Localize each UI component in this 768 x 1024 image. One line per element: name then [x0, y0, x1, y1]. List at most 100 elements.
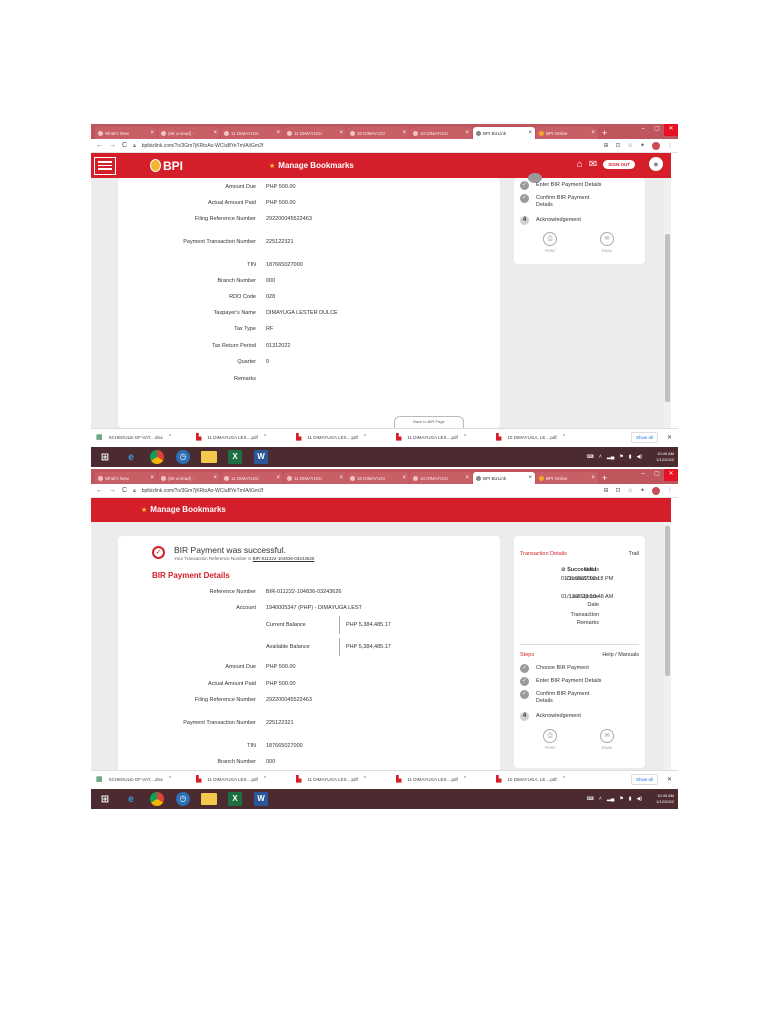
file-explorer-taskbar-button[interactable]	[199, 449, 219, 465]
browser-tab[interactable]: 11 DIMAYUGi ×	[284, 127, 346, 139]
browser-tab[interactable]: BPI BizLink ×	[473, 472, 535, 484]
minimize-button[interactable]: –	[636, 469, 650, 481]
show-all-button[interactable]: Show all	[630, 431, 658, 443]
scrollbar[interactable]	[664, 178, 671, 428]
keyboard-icon[interactable]: ⌨	[587, 796, 594, 802]
extension-icon[interactable]: ⊞	[604, 142, 609, 149]
chevron-up-icon[interactable]: ^	[364, 434, 366, 440]
bookmark-star-icon[interactable]: ☆	[628, 142, 633, 149]
tray-arrow-icon[interactable]: ˄	[599, 454, 602, 460]
chevron-up-icon[interactable]: ^	[563, 434, 565, 440]
download-item[interactable]: ▦ SCHEDULE-OF-VAT....xlsx ^	[96, 775, 196, 783]
profile-avatar[interactable]	[652, 141, 660, 150]
email-icon[interactable]: ✉	[600, 232, 614, 246]
back-icon[interactable]: ←	[96, 487, 103, 494]
menu-kebab-icon[interactable]: ⋮	[667, 487, 673, 494]
volume-icon[interactable]: ◀)	[636, 796, 642, 802]
tray-arrow-icon[interactable]: ˄	[599, 796, 602, 802]
tab-close-icon[interactable]: ×	[150, 475, 154, 481]
download-item[interactable]: ▙ 11 DIMAYUGA LES....pdf ^	[396, 433, 496, 441]
chrome-taskbar-button[interactable]	[147, 791, 167, 807]
browser-tab[interactable]: 10 DIMAYUGi ×	[347, 127, 409, 139]
manage-bookmarks-title[interactable]: ★ Manage Bookmarks	[269, 161, 354, 170]
tab-close-icon[interactable]: ×	[465, 475, 469, 481]
chevron-up-icon[interactable]: ^	[464, 434, 466, 440]
windows-start-icon[interactable]: ⊞	[95, 791, 115, 807]
extension-icon[interactable]: ⊞	[604, 487, 609, 494]
battery-icon[interactable]: ▮	[629, 796, 632, 802]
word-taskbar-button[interactable]: W	[251, 791, 271, 807]
download-item[interactable]: ▙ 11 DIMAYUGA LES....pdf ^	[196, 433, 296, 441]
url-field[interactable]: bpibizlink.com/?o/3Gm7jKRtoAo-WCIaBYeTmI…	[142, 488, 597, 494]
browser-tab[interactable]: 10 DIMAYUGi ×	[347, 472, 409, 484]
browser-tab[interactable]: (58 unread) - ×	[158, 472, 220, 484]
flag-icon[interactable]: ⚑	[619, 796, 623, 802]
maximize-button[interactable]: ▢	[650, 469, 664, 481]
tab-close-icon[interactable]: ×	[213, 475, 217, 481]
download-item[interactable]: ▦ SCHEDULE-OF-VAT....xlsx ^	[96, 433, 196, 441]
internet-explorer-icon[interactable]: e	[121, 791, 141, 807]
battery-icon[interactable]: ▮	[629, 454, 632, 460]
clock-app-taskbar-button[interactable]: ◷	[173, 791, 193, 807]
puzzle-icon[interactable]: ✦	[640, 487, 645, 494]
forward-icon[interactable]: →	[109, 487, 116, 494]
close-window-button[interactable]: ✕	[664, 124, 678, 136]
excel-taskbar-button[interactable]: X	[225, 449, 245, 465]
browser-tab[interactable]: BPI BizLink ×	[473, 127, 535, 139]
print-icon[interactable]: ⎙	[543, 729, 557, 743]
transaction-reference-link[interactable]: BIR-011222-104836-03243626	[253, 556, 315, 561]
close-window-button[interactable]: ✕	[664, 469, 678, 481]
close-downloads-icon[interactable]: ✕	[667, 776, 672, 783]
chevron-up-icon[interactable]: ^	[264, 434, 266, 440]
browser-tab[interactable]: (58 unread) - ×	[158, 127, 220, 139]
sign-out-button[interactable]: SIGN OUT	[603, 159, 635, 169]
word-taskbar-button[interactable]: W	[251, 449, 271, 465]
bpi-logo[interactable]: BPI	[150, 159, 183, 173]
tab-close-icon[interactable]: ×	[339, 130, 343, 136]
tab-close-icon[interactable]: ×	[528, 475, 532, 481]
reload-icon[interactable]: C	[122, 142, 127, 149]
back-to-bir-page-button[interactable]: Back to BIR Page	[394, 416, 464, 428]
download-item[interactable]: ▙ 11 DIMAYUGA LES....pdf ^	[196, 775, 296, 783]
maximize-button[interactable]: ▢	[650, 124, 664, 136]
share-icon[interactable]: ⊡	[616, 487, 621, 494]
windows-start-icon[interactable]: ⊞	[95, 449, 115, 465]
tab-close-icon[interactable]: ×	[591, 475, 595, 481]
email-icon[interactable]: ✉	[600, 729, 614, 743]
browser-tab[interactable]: 11 DIMAYUGi ×	[221, 127, 283, 139]
reload-icon[interactable]: C	[122, 487, 127, 494]
share-icon[interactable]: ⊡	[616, 142, 621, 149]
clock-app-taskbar-button[interactable]: ◷	[173, 449, 193, 465]
download-item[interactable]: ▙ 10 DIMAYUGA, LE....pdf ^	[496, 433, 596, 441]
chrome-taskbar-button[interactable]	[147, 449, 167, 465]
trail-link[interactable]: Trail	[629, 551, 640, 557]
download-item[interactable]: ▙ 11 DIMAYUGA LES....pdf ^	[296, 433, 396, 441]
internet-explorer-icon[interactable]: e	[121, 449, 141, 465]
tab-close-icon[interactable]: ×	[402, 130, 406, 136]
scrollbar-thumb[interactable]	[665, 234, 670, 402]
browser-tab[interactable]: BPI Online ×	[536, 127, 598, 139]
user-avatar-icon[interactable]: ●	[649, 157, 663, 171]
network-icon[interactable]: ▂▄	[607, 796, 614, 802]
mail-icon[interactable]: ✉	[589, 159, 597, 170]
bookmark-star-icon[interactable]: ☆	[628, 487, 633, 494]
tab-close-icon[interactable]: ×	[465, 130, 469, 136]
new-tab-button[interactable]: +	[602, 127, 607, 139]
download-item[interactable]: ▙ 11 DIMAYUGA LES....pdf ^	[396, 775, 496, 783]
file-explorer-taskbar-button[interactable]	[199, 791, 219, 807]
chevron-up-icon[interactable]: ^	[364, 776, 366, 782]
puzzle-icon[interactable]: ✦	[640, 142, 645, 149]
clock[interactable]: 10:49 AM 1/12/2022	[656, 793, 674, 805]
tab-close-icon[interactable]: ×	[276, 475, 280, 481]
url-field[interactable]: bpibizlink.com/?o/3Gm7jKRtoAo-WCIaBYeTmI…	[142, 143, 597, 149]
scrollbar-thumb[interactable]	[665, 526, 670, 676]
clock[interactable]: 10:49 AM 1/12/2022	[656, 451, 674, 463]
home-icon[interactable]: ⌂	[577, 159, 583, 170]
flag-icon[interactable]: ⚑	[619, 454, 623, 460]
tab-close-icon[interactable]: ×	[528, 130, 532, 136]
chevron-up-icon[interactable]: ^	[563, 776, 565, 782]
chevron-up-icon[interactable]: ^	[264, 776, 266, 782]
keyboard-icon[interactable]: ⌨	[587, 454, 594, 460]
help-manuals-link[interactable]: Help / Manuals	[602, 652, 639, 658]
forward-icon[interactable]: →	[109, 142, 116, 149]
